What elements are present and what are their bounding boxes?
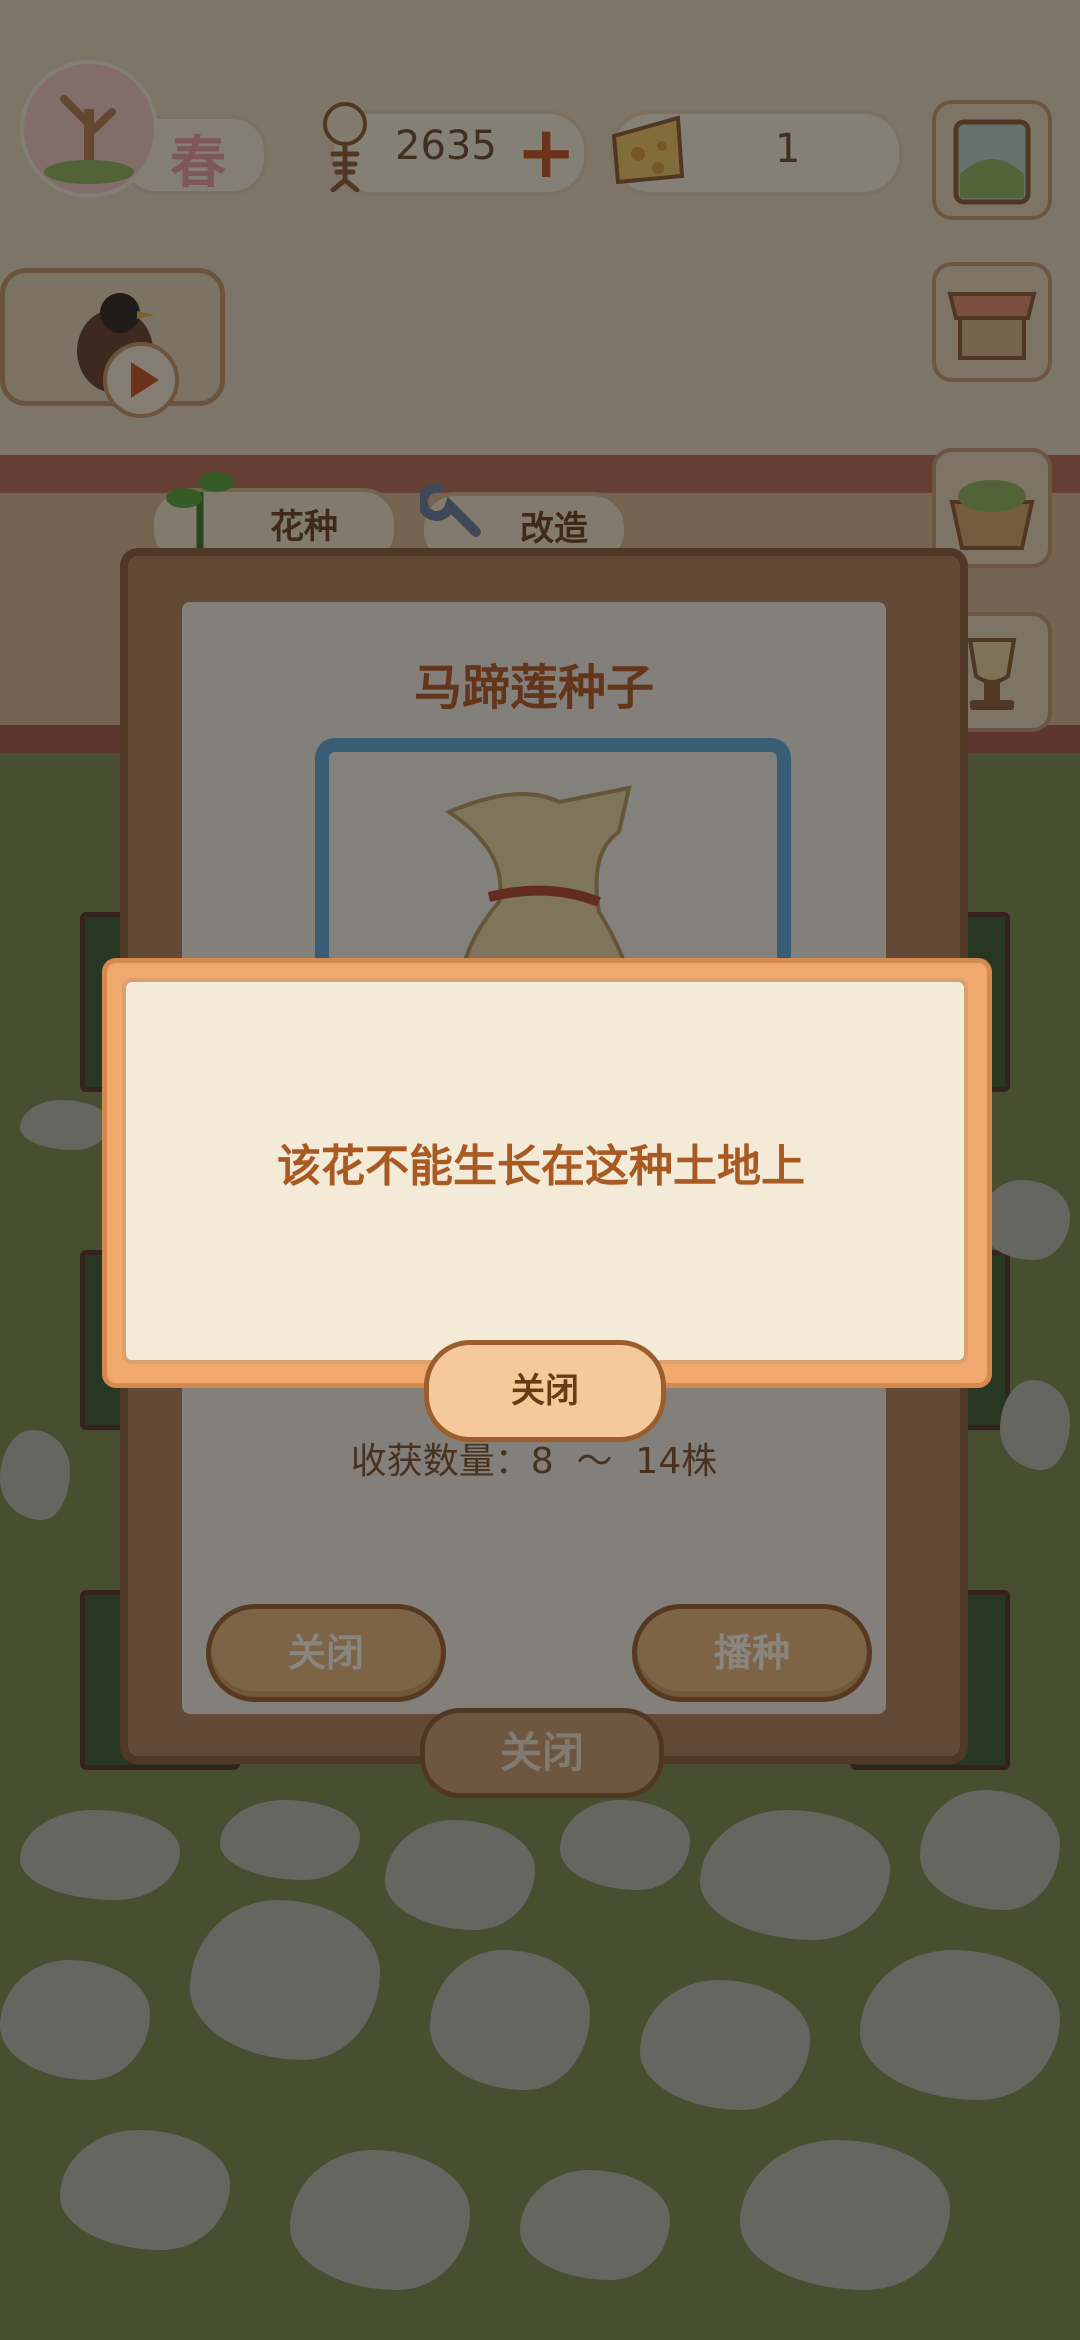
alert-close-button[interactable]: 关闭 [424,1340,666,1442]
alert-message: 该花不能生长在这种土地上 [277,1141,805,1192]
